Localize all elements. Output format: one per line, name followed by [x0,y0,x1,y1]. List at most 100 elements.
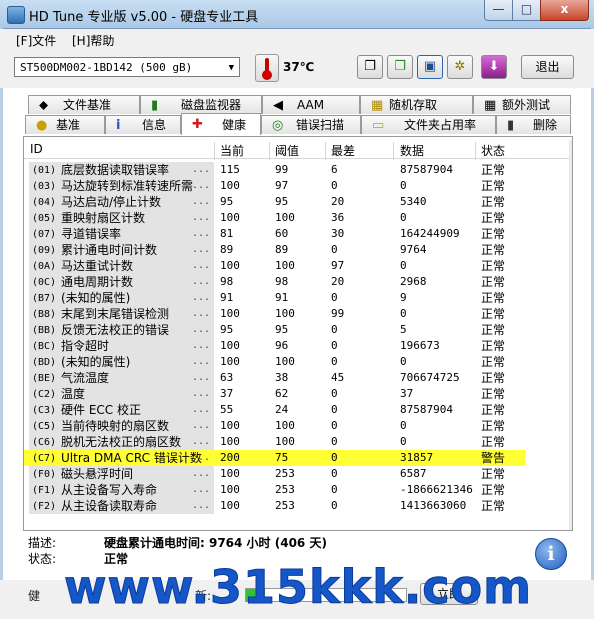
table-row[interactable]: (F0) 磁头悬浮时间... 100 253 0 6587 正常 [24,466,572,482]
attribute-id: (04) [32,197,57,208]
save-button[interactable]: ▣ [417,55,443,79]
menu-help[interactable]: [H]帮助 [72,32,114,49]
screenshot-icon: ❐ [394,59,406,74]
attribute-name: 从主设备读取寿命 [61,499,158,513]
col-worst[interactable]: 最差 [331,142,355,159]
attribute-id: (BD) [32,357,57,368]
name-cell-bg [29,370,214,386]
worst-value: 97 [331,259,345,272]
copy-text-button[interactable]: ❐ [357,55,383,79]
attribute-name: 底层数据读取错误率 [61,163,170,177]
menu-bar: [F]文件 [H]帮助 [0,29,594,50]
table-row[interactable]: (B7) (未知的属性)... 91 91 0 9 正常 [24,290,572,306]
table-row[interactable]: (C2) 温度... 37 62 0 37 正常 [24,386,572,402]
status-row: 状态: 正常 [28,550,128,567]
table-row[interactable]: (07) 寻道错误率... 81 60 30 164244909 正常 [24,226,572,242]
threshold-value: 89 [275,243,289,256]
attribute-id: (09) [32,245,57,256]
tab-erase[interactable]: ▮ 删除 [496,115,571,134]
attribute-name: 马达启动/停止计数 [61,195,162,209]
tab-disk-monitor[interactable]: ▮ 磁盘监视器 [140,95,262,114]
table-row[interactable]: (B8) 末尾到末尾错误检测... 100 100 99 0 正常 [24,306,572,322]
data-value: 1413663060 [400,499,467,512]
threshold-value: 100 [275,419,295,432]
tab-error-scan[interactable]: ◎ 错误扫描 [261,115,361,134]
minimize-button[interactable]: — [484,0,513,21]
threshold-value: 24 [275,403,289,416]
tab-folder-usage[interactable]: ▭ 文件夹占用率 [361,115,496,134]
maximize-button[interactable]: □ [512,0,541,21]
table-row[interactable]: (09) 累计通电时间计数... 89 89 0 9764 正常 [24,242,572,258]
tab-random-access[interactable]: ▦ 随机存取 [360,95,473,114]
worst-value: 0 [331,403,338,416]
tab-label: 额外测试 [502,98,551,112]
status-value: 警告 [481,451,506,465]
tab-file-benchmark[interactable]: ⬥ 文件基准 [28,95,140,114]
attribute-name: 反馈无法校正的错误 [61,323,170,337]
data-value: -1866621346 [400,483,473,496]
options-button[interactable]: ✲ [447,55,473,79]
threshold-value: 60 [275,227,289,240]
table-row[interactable]: (BD) (未知的属性)... 100 100 0 0 正常 [24,354,572,370]
attribute-ellipsis: ... [192,484,211,495]
threshold-value: 62 [275,387,289,400]
data-value: 31857 [400,451,434,464]
name-cell-bg [29,386,214,402]
table-row[interactable]: (C6) 脱机无法校正的扇区数... 100 100 0 0 正常 [24,434,572,450]
table-row[interactable]: (01) 底层数据读取错误率... 115 99 6 87587904 正常 [24,162,572,178]
download-button[interactable]: ⬇ [481,55,507,79]
attribute-name: 气流温度 [61,371,110,385]
close-button[interactable]: x [540,0,589,21]
col-current[interactable]: 当前 [220,142,244,159]
col-data[interactable]: 数据 [400,142,424,159]
attribute-name: 从主设备写入寿命 [61,483,158,497]
tab-extra-tests[interactable]: ▦ 额外测试 [473,95,571,114]
table-row[interactable]: (BB) 反馈无法校正的错误... 95 95 0 5 正常 [24,322,572,338]
table-row[interactable]: (C3) 硬件 ECC 校正... 55 24 0 87587904 正常 [24,402,572,418]
table-row[interactable]: (F2) 从主设备读取寿命... 100 253 0 1413663060 正常 [24,498,572,514]
drive-select[interactable]: ST500DM002-1BD142 (500 gB) ▼ [14,57,240,77]
attribute-ellipsis: ... [192,388,211,399]
speaker-icon: ◀ [273,98,283,113]
tab-benchmark[interactable]: ● 基准 [25,115,105,134]
exit-button[interactable]: 退出 [521,55,574,79]
current-value: 100 [220,499,240,512]
tab-label: 错误扫描 [296,118,345,132]
temperature-value: 37℃ [283,60,315,74]
watermark: www.315kkk.com [63,560,533,614]
scrollbar[interactable] [569,140,572,530]
table-row[interactable]: (F1) 从主设备写入寿命... 100 253 0 -1866621346 正常 [24,482,572,498]
status-value: 正常 [481,275,506,289]
threshold-value: 95 [275,195,289,208]
table-row[interactable]: (05) 重映射扇区计数... 100 100 36 0 正常 [24,210,572,226]
worst-value: 6 [331,163,338,176]
col-status[interactable]: 状态 [481,142,505,159]
attribute-id: (F2) [32,501,57,512]
menu-file[interactable]: [F]文件 [16,32,56,49]
attribute-id: (C6) [32,437,57,448]
table-row[interactable]: (04) 马达启动/停止计数... 95 95 20 5340 正常 [24,194,572,210]
tab-aam[interactable]: ◀ AAM [262,95,360,114]
attribute-ellipsis: ... [192,260,211,271]
current-value: 100 [220,355,240,368]
threshold-value: 253 [275,467,295,480]
table-row[interactable]: (0A) 马达重试计数... 100 100 97 0 正常 [24,258,572,274]
table-row[interactable]: (0C) 通电周期计数... 98 98 20 2968 正常 [24,274,572,290]
table-row[interactable]: (BE) 气流温度... 63 38 45 706674725 正常 [24,370,572,386]
smart-table[interactable]: ID 当前 阈值 最差 数据 状态 (01) 底层数据读取错误率... 115 99 6… [24,140,572,530]
attribute-ellipsis: ... [192,500,211,511]
threshold-value: 98 [275,275,289,288]
table-row[interactable]: (BC) 指令超时... 100 96 0 196673 正常 [24,338,572,354]
tab-health[interactable]: ✚ 健康 [181,113,261,135]
col-id[interactable]: ID [30,142,43,156]
tab-info[interactable]: i 信息 [105,115,181,134]
table-row[interactable]: (C7) Ultra DMA CRC 错误计数... 200 75 0 31857 警告 [24,450,572,466]
col-threshold[interactable]: 阈值 [275,142,299,159]
copy-screenshot-button[interactable]: ❐ [387,55,413,79]
gears-icon: ✲ [454,59,466,74]
info-icon[interactable]: i [535,538,567,570]
status-value: 正常 [481,371,506,385]
table-row[interactable]: (03) 马达旋转到标准转速所需... 100 97 0 0 正常 [24,178,572,194]
table-row[interactable]: (C5) 当前待映射的扇区数... 100 100 0 0 正常 [24,418,572,434]
worst-value: 0 [331,435,338,448]
